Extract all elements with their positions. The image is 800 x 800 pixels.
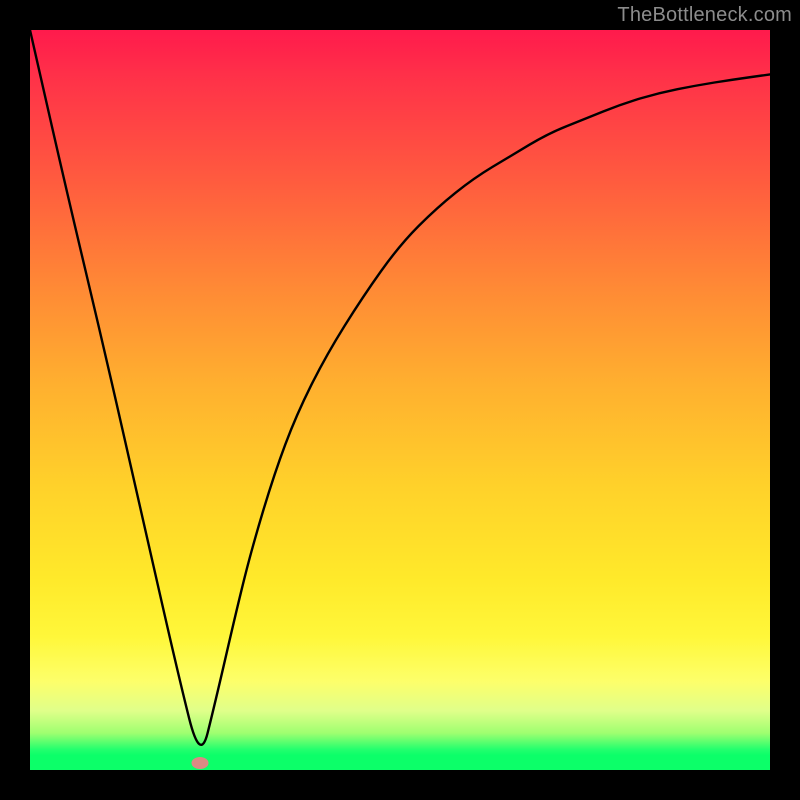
watermark-text: TheBottleneck.com: [617, 4, 792, 27]
bottleneck-curve: [30, 30, 770, 770]
chart-frame: TheBottleneck.com: [0, 0, 800, 800]
plot-area: [30, 30, 770, 770]
optimal-point-marker: [192, 757, 209, 769]
